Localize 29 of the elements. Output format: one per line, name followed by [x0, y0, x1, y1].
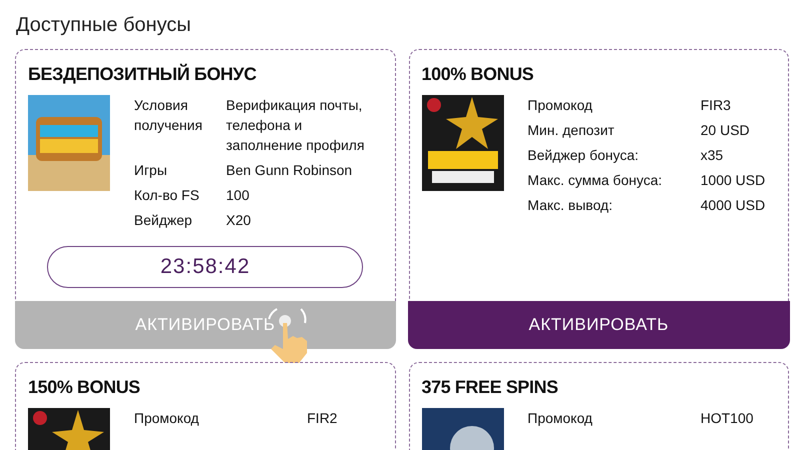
detail-value: 100 [226, 186, 250, 205]
detail-label: Промокод [528, 409, 594, 428]
section-heading: Доступные бонусы [16, 14, 192, 37]
detail-value: x35 [700, 146, 724, 165]
detail-value: 1000 USD [700, 171, 766, 190]
detail-value: 20 USD [700, 121, 751, 140]
detail-label: Промокод [134, 409, 200, 428]
detail-label: Вейджер бонуса: [528, 146, 640, 165]
activate-button[interactable]: АКТИВИРОВАТЬ [408, 300, 790, 348]
detail-label: Макс. вывод: [528, 196, 614, 215]
detail-label: Промокод [528, 96, 594, 115]
detail-label: Условия получения [134, 96, 204, 135]
detail-value: Верификация почты, телефона и заполнение профиля [226, 96, 366, 155]
card-title: 100% BONUS [422, 64, 535, 85]
detail-label: Вейджер [134, 211, 194, 230]
card-title: БЕЗДЕПОЗИТНЫЙ БОНУС [28, 64, 258, 85]
detail-value: FIR2 [307, 409, 338, 428]
detail-value: X20 [226, 211, 252, 230]
detail-label: Игры [134, 161, 168, 180]
detail-value: FIR3 [700, 96, 732, 115]
detail-label: Кол-во FS [134, 186, 200, 205]
detail-label: Мин. депозит [528, 121, 616, 140]
card-title: 375 FREE SPINS [422, 377, 559, 398]
detail-value: HOT100 [700, 409, 754, 428]
detail-label: Макс. сумма бонуса: [528, 171, 663, 190]
card-title: 150% BONUS [28, 377, 142, 398]
countdown-timer: 23:58:42 [47, 246, 364, 288]
detail-value: 4000 USD [700, 196, 766, 215]
detail-value: Ben Gunn Robinson [226, 161, 354, 180]
